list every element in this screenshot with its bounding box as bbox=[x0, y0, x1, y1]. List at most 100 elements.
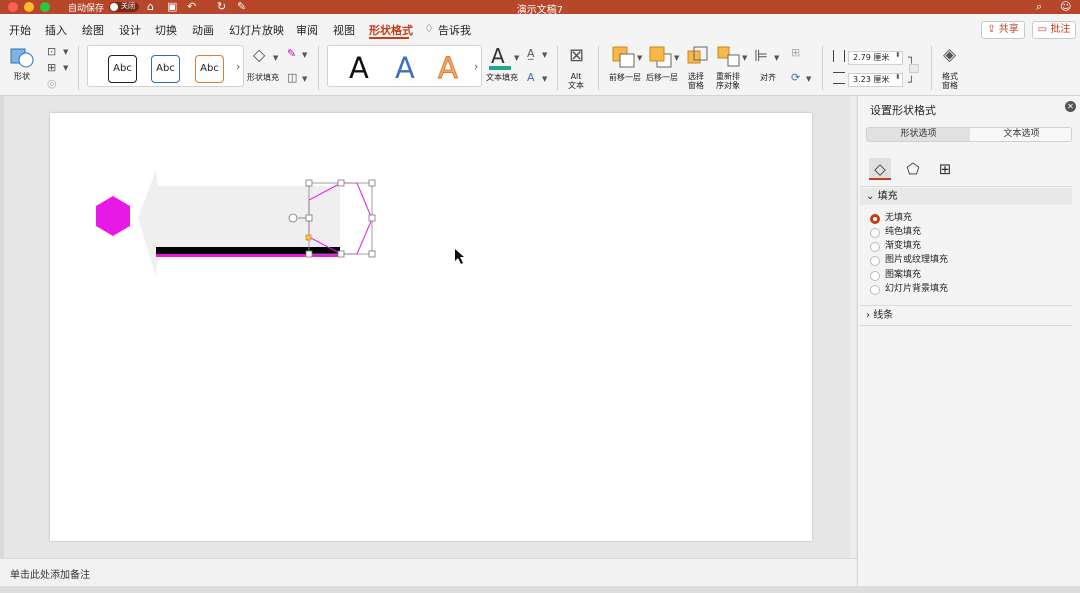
group-objects-icon[interactable]: ⊞ bbox=[791, 46, 800, 59]
merge-shapes-icon[interactable]: ◎ bbox=[47, 77, 57, 90]
tab-home[interactable]: 开始 bbox=[9, 22, 31, 38]
search-icon[interactable]: ⌕ bbox=[1036, 0, 1042, 14]
height-stepper[interactable]: ⬍ bbox=[895, 51, 901, 59]
alt-text-icon[interactable]: ⊠ bbox=[569, 45, 584, 66]
wordart-style-1[interactable]: A bbox=[349, 52, 369, 84]
pane-tabs: 形状选项 文本选项 bbox=[866, 127, 1072, 142]
rotation-handle[interactable] bbox=[288, 213, 298, 223]
lock-aspect-checkbox[interactable] bbox=[909, 64, 919, 73]
status-bar bbox=[0, 586, 1080, 593]
edit-shape-icon[interactable]: ⊡ bbox=[47, 45, 56, 58]
fill-option-label: 幻灯片背景填充 bbox=[885, 284, 949, 294]
shape-style-3[interactable]: Abc bbox=[195, 55, 224, 83]
notes-placeholder[interactable]: 单击此处添加备注 bbox=[10, 566, 90, 581]
divider bbox=[598, 46, 599, 90]
chevron-down-icon[interactable]: ▼ bbox=[63, 64, 68, 72]
tab-transitions[interactable]: 切换 bbox=[155, 22, 177, 38]
paint-bucket-icon[interactable]: ◇ bbox=[253, 45, 265, 64]
pane-title: 设置形状格式 bbox=[870, 104, 936, 117]
selection-pane-icon[interactable] bbox=[687, 46, 709, 68]
bring-forward-icon[interactable] bbox=[612, 46, 636, 68]
tab-review[interactable]: 审阅 bbox=[296, 22, 318, 38]
divider bbox=[860, 325, 1072, 326]
wordart-style-2[interactable]: A bbox=[395, 52, 415, 84]
radio-button[interactable] bbox=[870, 256, 880, 266]
send-backward-label: 后移一层 bbox=[646, 73, 678, 82]
chevron-down-icon[interactable]: ▼ bbox=[637, 54, 642, 62]
divider bbox=[822, 46, 823, 90]
gallery-more-icon[interactable]: › bbox=[474, 60, 478, 73]
radio-button[interactable] bbox=[870, 214, 880, 224]
wordart-style-3[interactable]: A bbox=[438, 52, 459, 85]
tab-design[interactable]: 设计 bbox=[119, 22, 141, 38]
slide-canvas[interactable] bbox=[50, 113, 812, 541]
chevron-down-icon[interactable]: ▼ bbox=[542, 75, 547, 83]
account-icon[interactable]: ☺ bbox=[1060, 0, 1071, 14]
share-button[interactable]: ⇪ 共享 bbox=[981, 21, 1025, 39]
align-icon[interactable]: ⊫ bbox=[754, 46, 768, 65]
vertical-scrollbar[interactable] bbox=[850, 96, 856, 558]
radio-button[interactable] bbox=[870, 228, 880, 238]
tab-insert[interactable]: 插入 bbox=[45, 22, 67, 38]
tab-tell-me[interactable]: 告诉我 bbox=[438, 22, 471, 38]
height-icon bbox=[833, 50, 845, 62]
shape-outline-icon[interactable]: ✎ bbox=[287, 47, 296, 60]
chevron-down-icon[interactable]: ▼ bbox=[273, 54, 278, 62]
tab-shape-options[interactable]: 形状选项 bbox=[867, 128, 970, 141]
divider bbox=[78, 46, 79, 90]
shape-style-1[interactable]: Abc bbox=[108, 55, 137, 83]
format-pane-label[interactable]: 格式 窗格 bbox=[942, 72, 958, 90]
wordart-gallery: A A A › bbox=[327, 45, 482, 87]
fill-section-header[interactable]: ⌄ 填充 bbox=[860, 188, 1072, 205]
reorder-objects-icon[interactable] bbox=[717, 46, 741, 68]
chevron-down-icon[interactable]: ▼ bbox=[302, 75, 307, 83]
tab-draw[interactable]: 绘图 bbox=[82, 22, 104, 38]
effects-icon[interactable]: ⬠ bbox=[902, 158, 924, 180]
size-properties-icon[interactable]: ⊞ bbox=[934, 158, 956, 180]
tab-text-options[interactable]: 文本选项 bbox=[970, 128, 1073, 141]
gallery-more-icon[interactable]: › bbox=[236, 60, 240, 73]
line-section-header[interactable]: › 线条 bbox=[860, 307, 1072, 324]
fill-line-icon[interactable]: ◇ bbox=[869, 158, 891, 180]
adjust-handle[interactable] bbox=[305, 234, 312, 241]
chevron-down-icon[interactable]: ▼ bbox=[674, 54, 679, 62]
alt-text-label[interactable]: Alt 文本 bbox=[568, 72, 584, 90]
fill-option-label: 图片或纹理填充 bbox=[885, 255, 949, 265]
tab-shape-format[interactable]: 形状格式 bbox=[369, 22, 413, 38]
selection-pane-label[interactable]: 选择 窗格 bbox=[688, 72, 704, 90]
chevron-down-icon[interactable]: ▼ bbox=[63, 48, 68, 56]
radio-button[interactable] bbox=[870, 271, 880, 281]
radio-button[interactable] bbox=[870, 242, 880, 252]
chevron-down-icon[interactable]: ▼ bbox=[302, 51, 307, 59]
tab-view[interactable]: 视图 bbox=[333, 22, 355, 38]
ribbon: 形状 ⊡ ⊞ ◎ ▼ ▼ Abc Abc Abc › ◇ ▼ 形状填充 ✎ ▼ … bbox=[0, 42, 1080, 96]
send-backward-icon[interactable] bbox=[649, 46, 673, 68]
format-pane-icon[interactable]: ◈ bbox=[943, 45, 956, 65]
chevron-down-icon[interactable]: ▼ bbox=[774, 54, 779, 62]
title-bar: 自动保存 关闭 ⌂ ▣ ↶ ↻ ✎ 演示文稿7 ⌕ ☺ bbox=[0, 0, 1080, 16]
reorder-objects-label[interactable]: 重新排 序对象 bbox=[716, 72, 740, 90]
tab-animations[interactable]: 动画 bbox=[192, 22, 214, 38]
shapes-icon bbox=[10, 48, 34, 68]
text-box-icon[interactable]: ⊞ bbox=[47, 61, 56, 74]
chevron-down-icon[interactable]: ▼ bbox=[742, 54, 747, 62]
align-label: 对齐 bbox=[760, 73, 776, 82]
notes-pane[interactable]: 单击此处添加备注 bbox=[0, 558, 857, 586]
text-outline-icon[interactable]: A̲ bbox=[527, 47, 535, 60]
tab-slideshow[interactable]: 幻灯片放映 bbox=[229, 22, 284, 38]
thumbnail-pane-collapsed[interactable] bbox=[0, 96, 4, 558]
text-fill-button[interactable]: A bbox=[487, 44, 515, 72]
radio-button[interactable] bbox=[870, 285, 880, 295]
lock-aspect-icon[interactable]: ┐ bbox=[908, 51, 915, 64]
comments-button[interactable]: ▭ 批注 bbox=[1032, 21, 1076, 39]
close-pane-button[interactable]: ✕ bbox=[1065, 101, 1076, 112]
chevron-down-icon[interactable]: ▼ bbox=[806, 75, 811, 83]
chevron-down-icon[interactable]: ▼ bbox=[542, 51, 547, 59]
rotate-icon[interactable]: ⟳ bbox=[791, 71, 800, 84]
chevron-down-icon[interactable]: ▼ bbox=[514, 54, 519, 62]
shape-style-2[interactable]: Abc bbox=[151, 55, 180, 83]
hexagon-shape[interactable] bbox=[96, 196, 130, 236]
text-effects-icon[interactable]: A bbox=[527, 71, 535, 84]
shape-effects-icon[interactable]: ◫ bbox=[287, 71, 297, 84]
width-stepper[interactable]: ⬍ bbox=[895, 73, 901, 81]
